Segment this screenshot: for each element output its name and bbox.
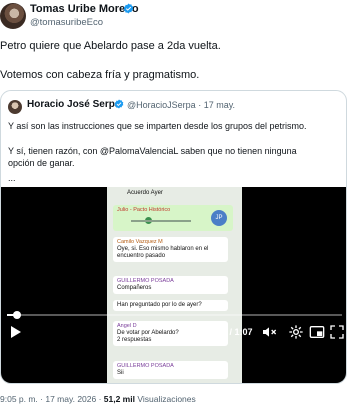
chat-text: Han preguntado por lo de ayer? — [117, 302, 202, 308]
chat-text: Oye, si. Eso mismo hablaron en el encuen… — [117, 246, 209, 259]
chat-message: Camilo Vazquez M Oye, si. Eso mismo habl… — [113, 237, 228, 262]
video-player[interactable]: Acuerdo Ayer Julio - Pacto Histórico JP … — [1, 187, 346, 383]
chat-text: Compañeros — [117, 285, 152, 291]
chat-text: Sii — [117, 370, 124, 376]
voice-waveform — [131, 220, 191, 222]
quote-author-name: Horacio José Serpa — [27, 99, 121, 110]
view-label: Visualizaciones — [134, 394, 196, 404]
video-progress-knob[interactable] — [13, 311, 22, 319]
quote-author-handle-date: @HoracioJSerpa · 17 may. — [127, 100, 235, 110]
video-time: 0:02 / 1:07 — [209, 327, 253, 337]
chat-sender: Camilo Vazquez M — [117, 239, 163, 245]
author-handle[interactable]: @tomasuribeEco — [30, 17, 103, 28]
quote-author-avatar — [8, 100, 22, 114]
tweet-meta: 9:05 p. m. · 17 may. 2026 · 51,2 mil Vis… — [0, 394, 196, 404]
chat-screenshot: Acuerdo Ayer Julio - Pacto Histórico JP … — [107, 187, 242, 383]
video-progress-bar[interactable] — [7, 311, 342, 319]
chat-header: Acuerdo Ayer — [127, 190, 163, 196]
picture-in-picture-icon[interactable] — [309, 324, 325, 340]
voice-avatar-badge: JP — [211, 210, 227, 226]
quote-text-line: ... — [8, 173, 16, 183]
verified-badge-icon — [123, 3, 134, 14]
volume-muted-icon[interactable] — [261, 324, 277, 340]
tweet-text-line: Petro quiere que Abelardo pase a 2da vue… — [0, 40, 221, 52]
quote-handle: @HoracioJSerpa — [127, 100, 196, 110]
view-count: 51,2 mil — [103, 394, 135, 404]
chat-message: GUILLERMO POSADA Sii — [113, 361, 228, 379]
voice-message: Julio - Pacto Histórico JP — [113, 205, 233, 231]
quoted-tweet[interactable]: Horacio José Serpa @HoracioJSerpa · 17 m… — [0, 90, 347, 384]
tweet-datetime[interactable]: 9:05 p. m. · 17 may. 2026 · — [0, 394, 104, 404]
verified-badge-icon — [114, 99, 124, 109]
quote-text-line: Y así son las instrucciones que se impar… — [8, 121, 307, 131]
settings-gear-icon[interactable] — [288, 324, 304, 340]
play-icon[interactable] — [10, 325, 22, 339]
chat-message: Han preguntado por lo de ayer? — [113, 300, 228, 311]
tweet-text-line: Votemos con cabeza fría y pragmatismo. — [0, 69, 200, 81]
quote-date: 17 may. — [203, 100, 236, 110]
video-controls: 0:02 / 1:07 — [1, 320, 346, 348]
fullscreen-icon[interactable] — [329, 324, 345, 340]
chat-message: GUILLERMO POSADA Compañeros — [113, 276, 228, 294]
tweet-header: Tomas Uribe Moreno @tomasuribeEco — [0, 0, 350, 30]
author-avatar[interactable] — [0, 3, 26, 29]
quote-text-line: opción de ganar. — [8, 158, 75, 168]
chat-sender: GUILLERMO POSADA — [117, 278, 174, 284]
voice-sender: Julio - Pacto Histórico — [117, 207, 171, 213]
chat-sender: GUILLERMO POSADA — [117, 363, 174, 369]
quote-text-line: Y sí, tienen razón, con @PalomaValenciaL… — [8, 146, 297, 156]
